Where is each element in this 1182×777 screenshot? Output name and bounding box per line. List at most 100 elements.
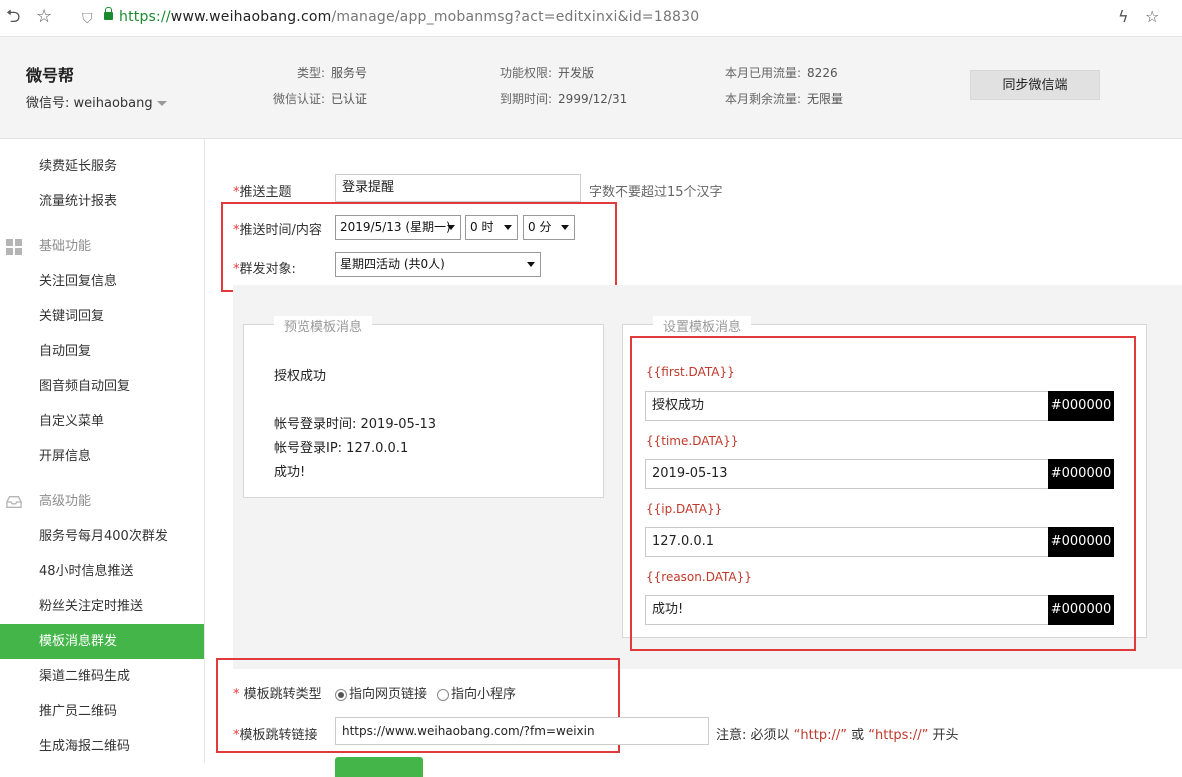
note-http: “http://” [793,728,847,743]
sidebar-item-follow-timed-push[interactable]: 粉丝关注定时推送 [0,589,204,624]
dropdown-arrow-icon [527,262,535,267]
sidebar-item-monthly-broadcast[interactable]: 服务号每月400次群发 [0,519,204,554]
minute-select[interactable]: 0 分 [523,215,575,240]
used-traffic-info: 本月已用流量: 8226 [725,64,838,81]
jump-link-label: *模板跳转链接 [233,724,318,743]
required-mark: * [233,687,240,702]
hour-select[interactable]: 0 时 [465,215,518,240]
remain-label: 本月剩余流量: [725,92,802,106]
preview-line-ip: 帐号登录IP: 127.0.0.1 [274,441,409,456]
sidebar-item-traffic-report[interactable]: 流量统计报表 [0,184,204,219]
jump-option-miniprogram[interactable]: 指向小程序 [437,683,516,702]
jump-option-miniprogram-label: 指向小程序 [451,687,517,702]
subject-input[interactable]: 登录提醒 [335,174,581,202]
preview-line-time: 帐号登录时间: 2019-05-13 [274,417,437,432]
grid-icon [6,239,22,255]
subject-label-text: 推送主题 [239,185,292,200]
date-select[interactable]: 2019/5/13 (星期一) [335,215,461,240]
jump-link-input[interactable]: https://www.weihaobang.com/?fm=weixin [335,717,709,745]
sidebar-item-48h-push[interactable]: 48小时信息推送 [0,554,204,589]
jump-option-web[interactable]: 指向网页链接 [335,683,427,702]
note-suffix: 开头 [932,728,959,743]
sidebar-item-template-broadcast[interactable]: 模板消息群发 [0,624,204,659]
sidebar-item-splash-info[interactable]: 开屏信息 [0,439,204,474]
preview-fieldset: 预览模板消息 授权成功 帐号登录时间: 2019-05-13 帐号登录IP: 1… [243,316,604,498]
verify-info: 微信认证: 已认证 [273,90,367,107]
favorite-star-icon[interactable]: ☆ [1145,7,1159,27]
time-label-text: 推送时间/内容 [239,223,322,238]
sidebar-item-channel-qrcode[interactable]: 渠道二维码生成 [0,659,204,694]
note-https: “https://” [868,728,929,743]
sidebar-item-follow-reply[interactable]: 关注回复信息 [0,264,204,299]
jump-link-label-text: 模板跳转链接 [239,728,318,743]
field-input-first[interactable]: 授权成功 [645,391,1049,421]
sidebar-item-keyword-reply[interactable]: 关键词回复 [0,299,204,334]
subject-label: *推送主题 [233,181,292,200]
subject-hint: 字数不要超过15个汉字 [589,185,723,200]
sidebar: 续费延长服务 流量统计报表 基础功能 关注回复信息 关键词回复 自动回复 图音频… [0,139,205,763]
field-tag-first: {{first.DATA}} [646,365,735,379]
sidebar-item-promoter-qrcode[interactable]: 推广员二维码 [0,694,204,729]
brand-name: 微号帮 [26,66,75,85]
lightning-icon[interactable]: ϟ [1118,7,1129,27]
field-tag-time: {{time.DATA}} [646,434,739,448]
jump-link-note: 注意: 必须以 “http://” 或 “https://” 开头 [716,724,958,743]
sidebar-group-advanced: 高级功能 [0,484,204,519]
inbox-icon [6,496,22,508]
submit-button[interactable] [335,757,423,777]
sidebar-item-auto-reply[interactable]: 自动回复 [0,334,204,369]
target-select-value: 星期四活动 (共0人) [340,257,445,271]
note-or: 或 [851,728,865,743]
type-info: 类型: 服务号 [297,64,367,81]
color-picker-ip[interactable]: #000000 [1048,527,1114,557]
url-host: www.weihaobang.com [170,9,332,25]
shield-icon[interactable]: ⛉ [82,9,93,29]
sidebar-group-basic: 基础功能 [0,229,204,264]
used-value: 8226 [807,66,838,80]
jump-type-label: * 模板跳转类型 [233,683,322,702]
preview-legend: 预览模板消息 [274,316,373,335]
dropdown-arrow-icon [504,225,512,230]
preview-line-result: 成功! [274,465,306,480]
color-picker-reason[interactable]: #000000 [1048,595,1114,625]
perm-label: 功能权限: [500,66,553,80]
settings-legend: 设置模板消息 [653,316,752,335]
sidebar-item-renew[interactable]: 续费延长服务 [0,149,204,184]
date-select-value: 2019/5/13 (星期一) [340,220,451,234]
star-icon[interactable]: ☆ [36,7,52,27]
field-tag-ip: {{ip.DATA}} [646,502,723,516]
field-input-time[interactable]: 2019-05-13 [645,459,1049,489]
radio-unchecked-icon[interactable] [437,688,449,701]
account-header: 微号帮 微信号: weihaobang 类型: 服务号 微信认证: 已认证 功能权限… [0,37,1182,139]
browser-toolbar: ⮌ ☆ ⛉ https://www.weihaobang.com/manage/… [0,0,1182,37]
target-label-text: 群发对象: [239,262,296,277]
lock-icon [104,7,113,20]
field-tag-reason: {{reason.DATA}} [646,570,752,584]
radio-checked-icon[interactable] [335,688,347,701]
note-prefix: 注意: 必须以 [716,728,790,743]
target-select[interactable]: 星期四活动 (共0人) [335,252,541,277]
wechat-id-label: 微信号: weihaobang [26,96,153,111]
expire-label: 到期时间: [500,92,553,106]
field-input-ip[interactable]: 127.0.0.1 [645,527,1049,557]
hour-select-value: 0 时 [470,220,494,234]
color-picker-time[interactable]: #000000 [1048,459,1114,489]
sidebar-item-poster-qrcode[interactable]: 生成海报二维码 [0,729,204,764]
color-picker-first[interactable]: #000000 [1048,391,1114,421]
sync-wechat-button[interactable]: 同步微信端 [970,70,1100,100]
back-icon[interactable]: ⮌ [6,7,20,27]
jump-type-label-text: 模板跳转类型 [243,687,322,702]
preview-title: 授权成功 [274,369,327,384]
sidebar-group-advanced-label: 高级功能 [39,494,92,509]
sidebar-group-basic-label: 基础功能 [39,239,92,254]
wechat-id-selector[interactable]: 微信号: weihaobang [26,92,167,111]
field-input-reason[interactable]: 成功! [645,595,1049,625]
sidebar-item-media-auto-reply[interactable]: 图音频自动回复 [0,369,204,404]
address-bar[interactable]: https://www.weihaobang.com/manage/app_mo… [119,9,699,25]
permission-info: 功能权限: 开发版 [500,64,594,81]
type-value: 服务号 [331,66,368,80]
minute-select-value: 0 分 [528,220,552,234]
time-label: *推送时间/内容 [233,219,322,238]
sidebar-item-custom-menu[interactable]: 自定义菜单 [0,404,204,439]
used-label: 本月已用流量: [725,66,802,80]
